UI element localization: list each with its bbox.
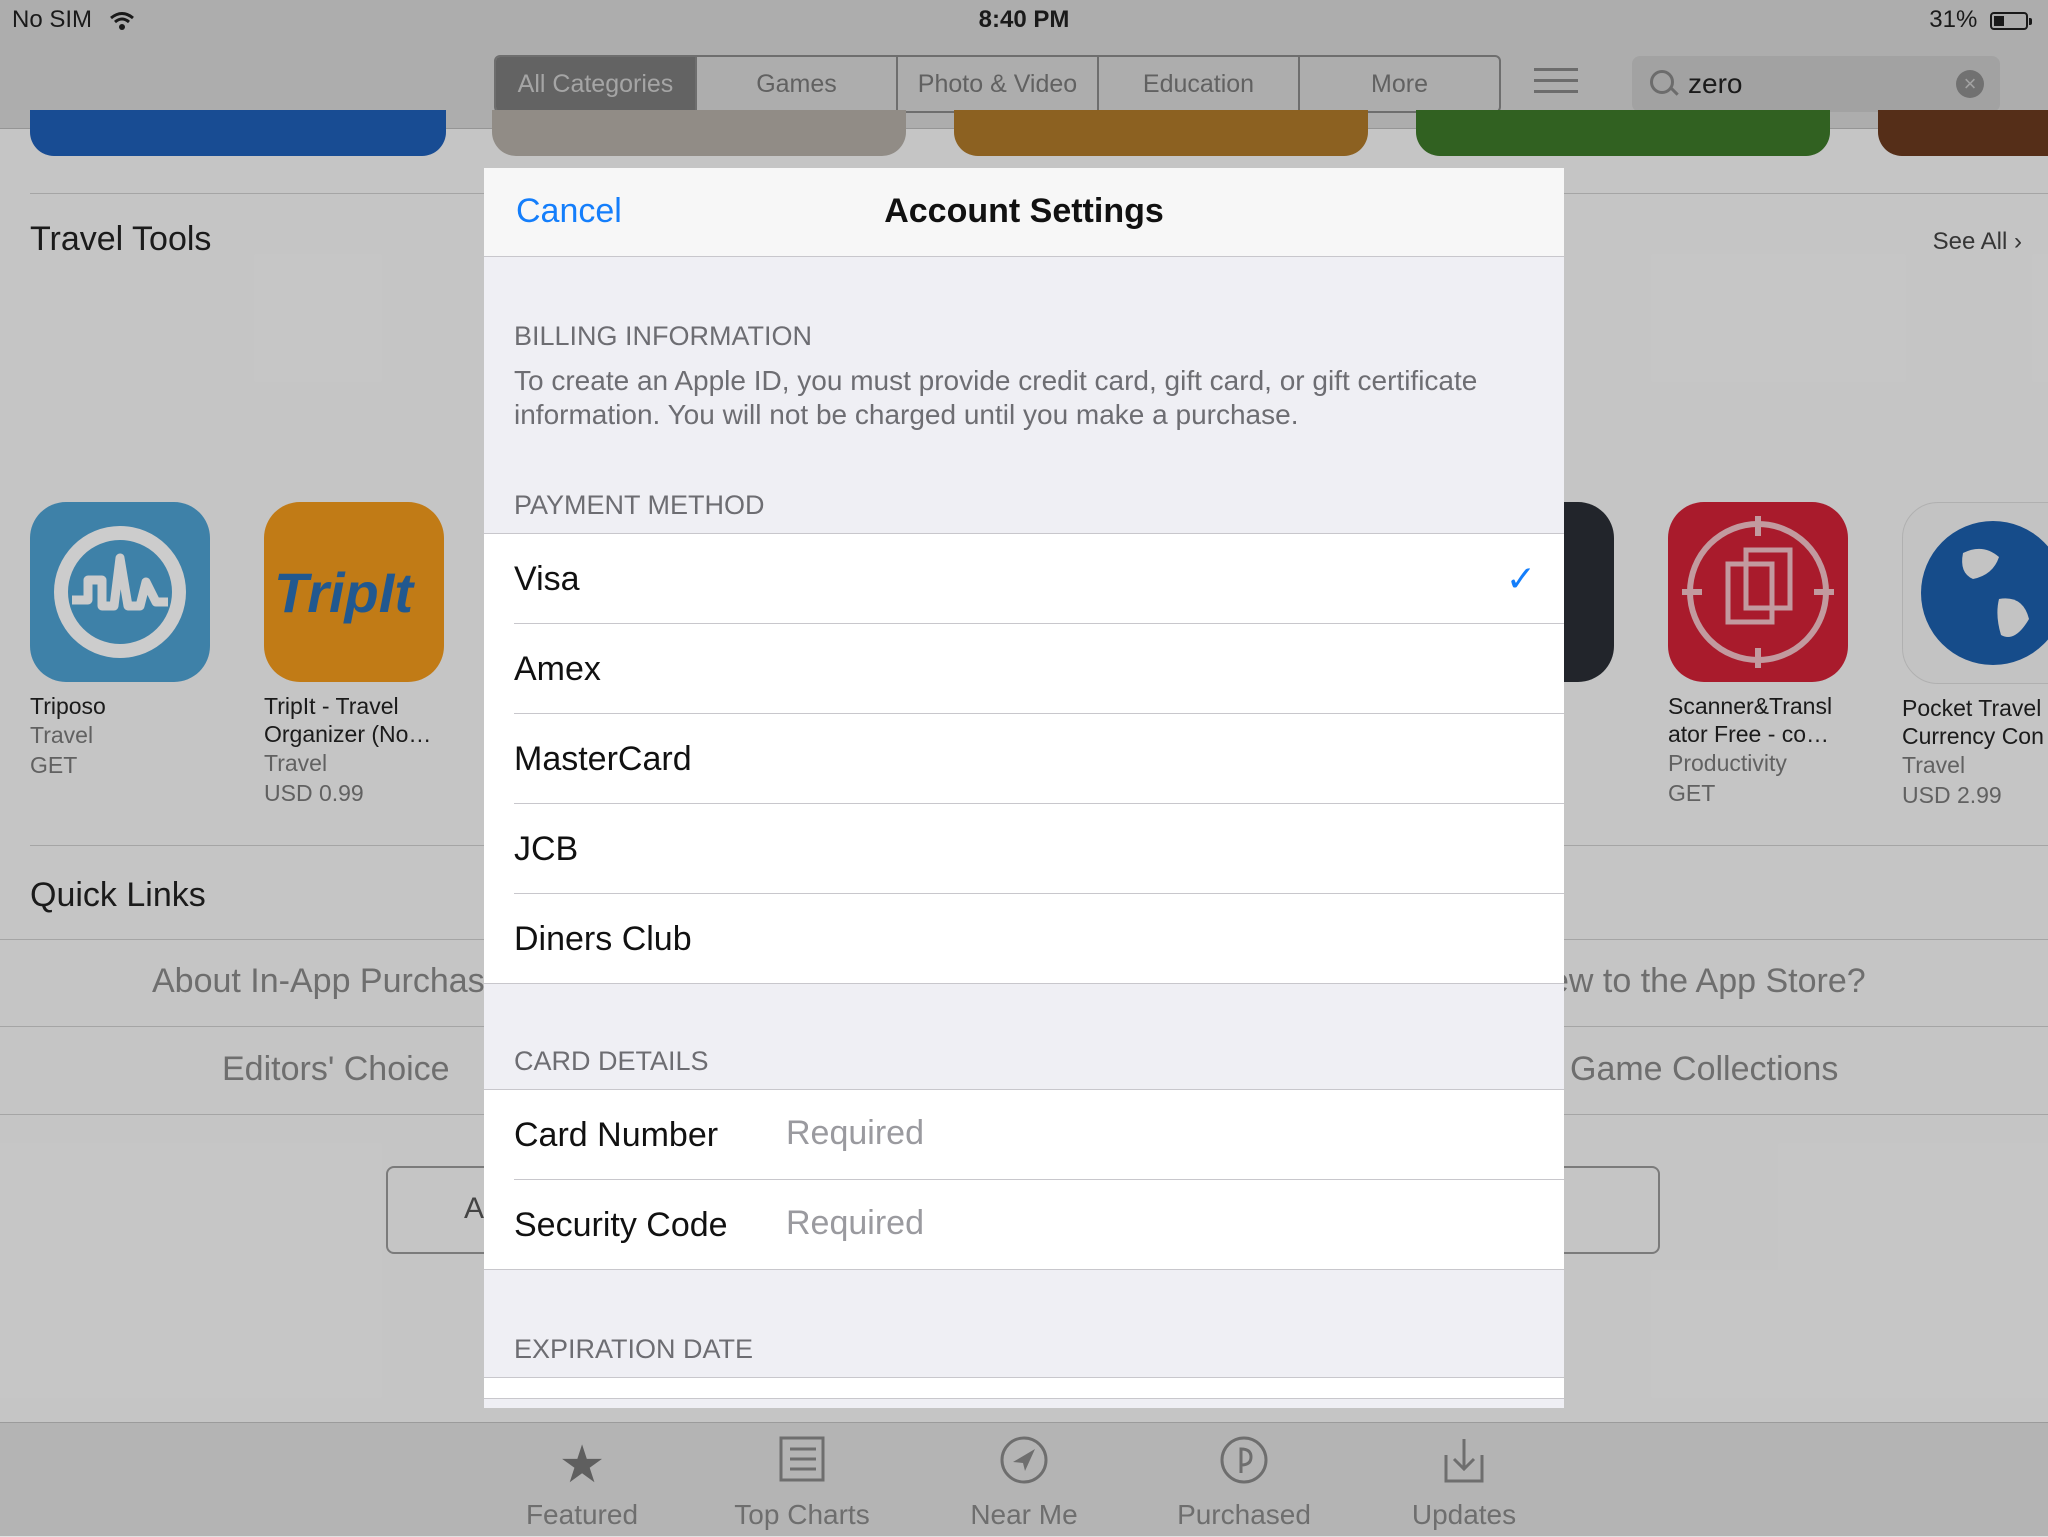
payment-option-mastercard[interactable]: MasterCard [514,714,1564,804]
sheet-header: Cancel Account Settings [484,168,1564,257]
expiration-date-header: EXPIRATION DATE [514,1334,754,1364]
card-details-form: Card Number Required Security Code Requi… [484,1089,1564,1270]
expiration-date-group [484,1377,1564,1399]
payment-option-jcb[interactable]: JCB [514,804,1564,894]
checkmark-icon: ✓ [1505,558,1536,599]
status-bar: No SIM 8:40 PM 31% [0,0,2048,40]
clock: 8:40 PM [978,6,1070,33]
payment-option-amex[interactable]: Amex [514,624,1564,714]
payment-option-diners-club[interactable]: Diners Club [514,894,1564,983]
sheet-title: Account Settings [884,192,1164,230]
card-number-field[interactable]: Required [786,1114,924,1153]
security-code-row[interactable]: Security Code Required [514,1180,1564,1269]
payment-option-visa[interactable]: Visa ✓ [514,534,1564,624]
card-details-header: CARD DETAILS [514,1046,709,1076]
billing-description: To create an Apple ID, you must provide … [514,365,1478,430]
payment-method-header: PAYMENT METHOD [514,490,765,520]
security-code-label: Security Code [514,1206,728,1244]
card-number-row[interactable]: Card Number Required [514,1090,1564,1180]
security-code-field[interactable]: Required [786,1204,924,1243]
payment-method-list: Visa ✓ Amex MasterCard JCB Diners Club [484,533,1564,984]
account-settings-sheet: Cancel Account Settings BILLING INFORMAT… [484,168,1564,1408]
card-number-label: Card Number [514,1116,719,1154]
battery-icon [1990,11,2032,30]
battery-percent: 31% [1929,6,1978,33]
billing-header: BILLING INFORMATION [514,321,813,351]
